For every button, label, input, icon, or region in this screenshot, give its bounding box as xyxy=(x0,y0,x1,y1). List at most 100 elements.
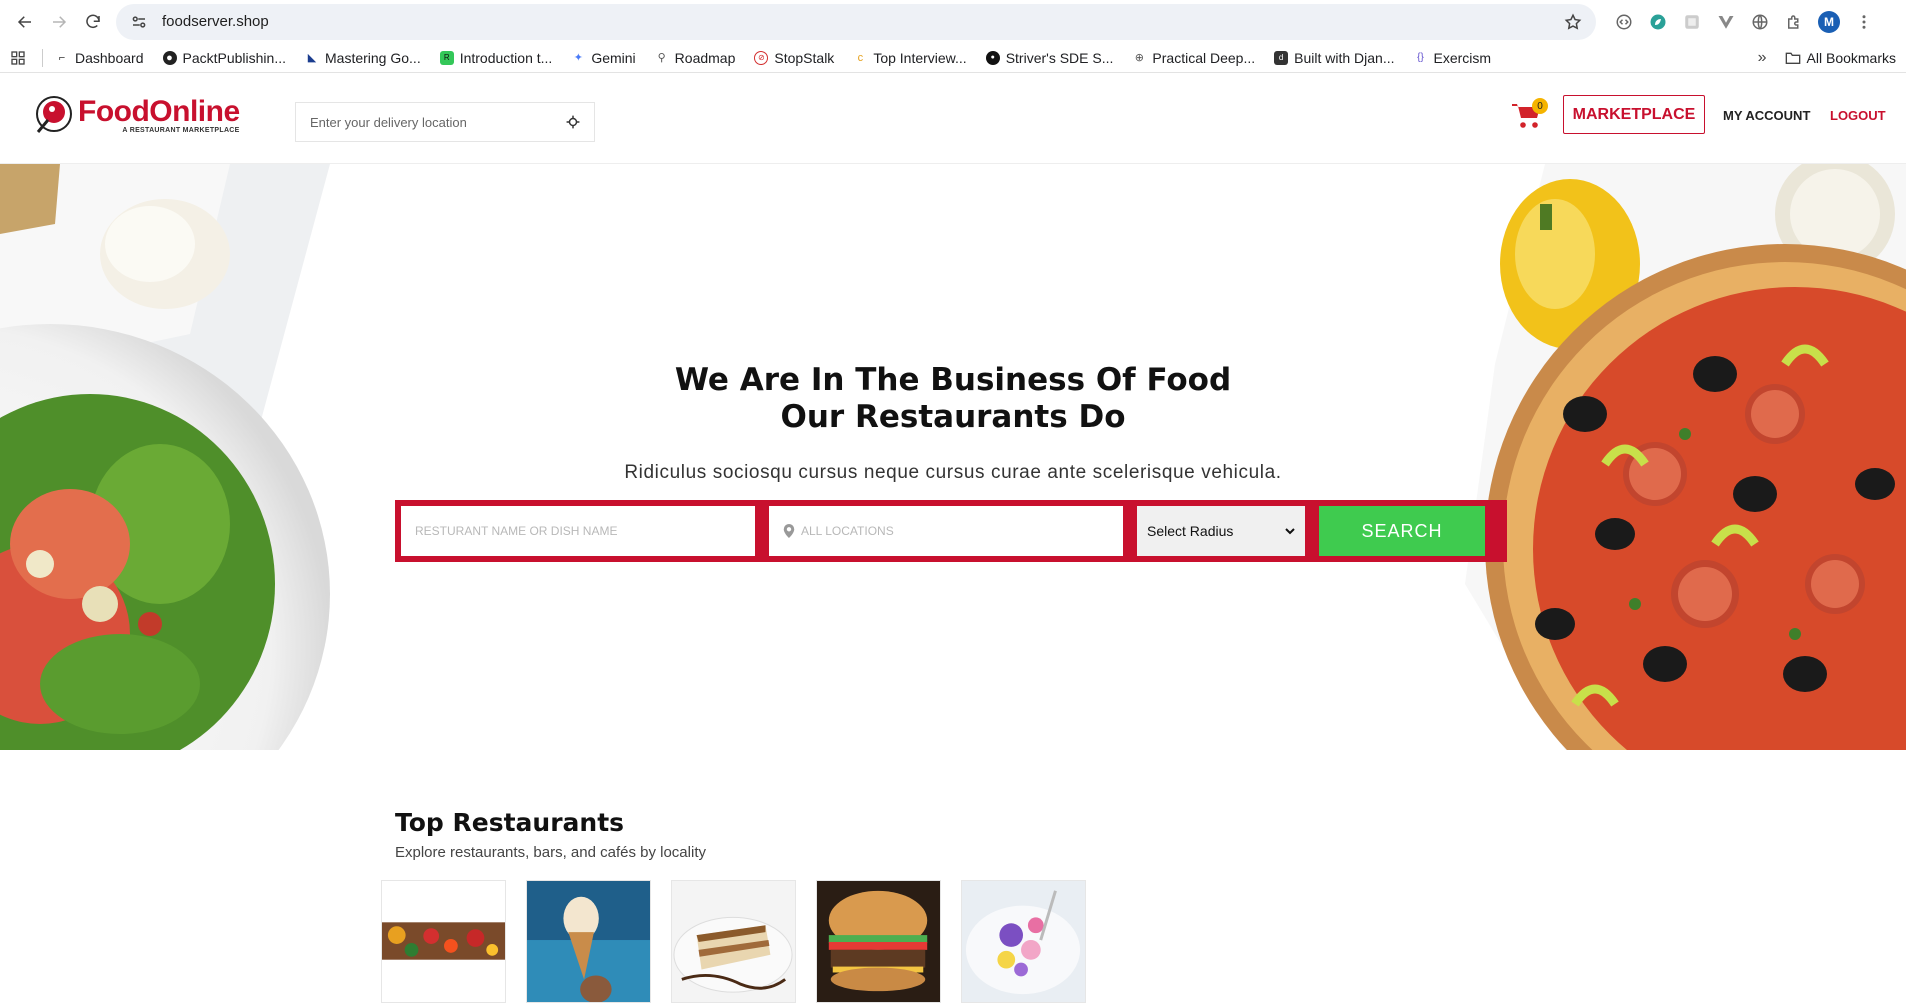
bookmark-label: Built with Djan... xyxy=(1294,49,1395,66)
back-button[interactable] xyxy=(8,5,42,39)
restaurant-card[interactable] xyxy=(671,880,796,1003)
stopstalk-icon: ⊘ xyxy=(754,50,769,65)
bookmark-item[interactable]: ✦ Gemini xyxy=(571,49,636,66)
rc-icon: R xyxy=(439,50,454,65)
location-search-input[interactable] xyxy=(801,524,1109,538)
restaurant-burger-image xyxy=(817,881,940,1002)
marketplace-button[interactable]: MARKETPLACE xyxy=(1563,95,1705,134)
restaurant-icecream-image xyxy=(527,881,650,1002)
top-restaurants-title: Top Restaurants xyxy=(395,808,625,837)
hero-section: We Are In The Business Of Food Our Resta… xyxy=(0,164,1906,750)
bookmark-label: Introduction t... xyxy=(459,49,553,66)
address-bar[interactable]: foodserver.shop xyxy=(116,3,1596,40)
delivery-location-input[interactable] xyxy=(310,114,566,130)
extension-1[interactable] xyxy=(1614,12,1634,32)
restaurant-card[interactable] xyxy=(816,880,941,1003)
apps-grid-icon[interactable] xyxy=(10,50,26,66)
more-bookmarks-button[interactable]: » xyxy=(1758,49,1767,67)
search-button[interactable]: SEARCH xyxy=(1319,506,1485,556)
bookmark-label: Striver's SDE S... xyxy=(1005,49,1114,66)
radius-select[interactable]: Select Radius xyxy=(1137,506,1305,556)
reload-icon xyxy=(86,14,100,28)
bookmark-item[interactable]: ⊕ Practical Deep... xyxy=(1132,50,1255,66)
bookmarks-bar: ⌐ Dashboard ● PacktPublishin... ◣ Mastering… xyxy=(0,43,1906,73)
bookmarks-divider xyxy=(42,48,43,67)
restaurant-vegetables-image xyxy=(382,881,505,1002)
browser-menu-button[interactable] xyxy=(1854,12,1874,32)
dish-search-input[interactable] xyxy=(415,524,741,538)
hero-title-line2: Our Restaurants Do xyxy=(780,399,1126,435)
delivery-location-box xyxy=(295,102,595,142)
all-bookmarks-button[interactable]: All Bookmarks xyxy=(1785,50,1896,66)
exercism-icon: {} xyxy=(1417,52,1424,63)
bookmark-item[interactable]: ⌐ Dashboard xyxy=(55,50,144,66)
bookmark-label: Exercism xyxy=(1433,49,1492,66)
bookmark-item[interactable]: ϲ Top Interview... xyxy=(853,50,967,66)
logo-tagline: A RESTAURANT MARKETPLACE xyxy=(122,126,240,134)
extension-3[interactable] xyxy=(1682,12,1702,32)
map-pin-icon xyxy=(783,524,795,538)
bookmark-item[interactable]: ⚲ Roadmap xyxy=(655,50,736,66)
hero-title-line1: We Are In The Business Of Food xyxy=(674,362,1232,398)
profile-avatar[interactable]: M xyxy=(1818,10,1840,33)
location-search-field xyxy=(769,506,1123,556)
tuf-icon: ● xyxy=(985,50,1000,65)
cart-count-badge: 0 xyxy=(1532,98,1548,114)
globe-ext-icon xyxy=(1752,14,1768,29)
hero-title: We Are In The Business Of Food Our Resta… xyxy=(0,362,1906,436)
bookmark-label: StopStalk xyxy=(774,49,835,66)
bookmark-star-icon[interactable] xyxy=(1564,13,1582,31)
kebab-menu-icon xyxy=(1862,14,1866,29)
arrow-left-icon xyxy=(17,15,31,28)
gemini-icon: ✦ xyxy=(573,52,583,64)
restaurant-flowers-dessert-image xyxy=(962,881,1085,1002)
cart-button[interactable]: 0 xyxy=(1512,94,1548,130)
bookmark-label: Roadmap xyxy=(674,49,736,66)
vue-ext-icon xyxy=(1718,15,1734,29)
site-logo[interactable]: FoodOnline A RESTAURANT MARKETPLACE xyxy=(32,94,240,136)
bookmark-label: Practical Deep... xyxy=(1152,49,1256,66)
restaurant-card[interactable] xyxy=(961,880,1086,1003)
browser-toolbar: foodserver.shop M xyxy=(0,0,1906,43)
restaurant-cake-image xyxy=(672,881,795,1002)
forward-button[interactable] xyxy=(42,5,76,39)
extensions-area: M xyxy=(1614,10,1874,33)
site-info-icon[interactable] xyxy=(130,13,148,31)
hero-pizza-image xyxy=(1465,164,1906,750)
url-text[interactable]: foodserver.shop xyxy=(162,13,1564,30)
reload-button[interactable] xyxy=(76,5,110,39)
radius-select-value: Select Radius xyxy=(1147,523,1234,539)
bookmark-item[interactable]: {} Exercism xyxy=(1414,49,1492,66)
extension-4[interactable] xyxy=(1716,12,1736,32)
locate-me-icon[interactable] xyxy=(566,115,580,129)
grid-ext-icon xyxy=(1685,14,1699,29)
bookmark-item[interactable]: ● Striver's SDE S... xyxy=(985,49,1114,66)
site-header: FoodOnline A RESTAURANT MARKETPLACE 0 MA… xyxy=(0,80,1906,164)
bookmark-item[interactable]: ⊘ StopStalk xyxy=(754,50,834,66)
bookmark-item[interactable]: ● PacktPublishin... xyxy=(162,49,287,66)
dashboard-icon: ⌐ xyxy=(58,51,66,64)
my-account-link[interactable]: MY ACCOUNT xyxy=(1723,108,1810,123)
leetcode-icon: ϲ xyxy=(857,51,864,64)
logo-plate-icon xyxy=(36,96,72,133)
extension-5[interactable] xyxy=(1750,12,1770,32)
chevron-down-icon xyxy=(1285,528,1295,535)
bookmark-label: Dashboard xyxy=(75,49,144,66)
folder-icon xyxy=(1785,52,1800,64)
logout-link[interactable]: LOGOUT xyxy=(1830,108,1886,123)
dish-search-field xyxy=(401,506,755,556)
bookmark-item[interactable]: ◣ Mastering Go... xyxy=(305,50,421,66)
logo-name: FoodOnline xyxy=(78,94,240,128)
extension-2[interactable] xyxy=(1648,12,1668,32)
bookmark-item[interactable]: d Built with Djan... xyxy=(1274,49,1395,66)
bookmark-label: Gemini xyxy=(591,49,636,66)
rocket-icon: ⚲ xyxy=(657,52,666,64)
bookmark-label: PacktPublishin... xyxy=(182,49,287,66)
restaurant-card[interactable] xyxy=(526,880,651,1003)
restaurant-cards xyxy=(381,880,1086,1003)
bookmark-item[interactable]: R Introduction t... xyxy=(439,49,553,66)
extensions-puzzle-button[interactable] xyxy=(1784,12,1804,32)
django-icon: d xyxy=(1274,50,1289,65)
hero-subtitle: Ridiculus sociosqu cursus neque cursus c… xyxy=(624,462,1282,483)
restaurant-card[interactable] xyxy=(381,880,506,1003)
